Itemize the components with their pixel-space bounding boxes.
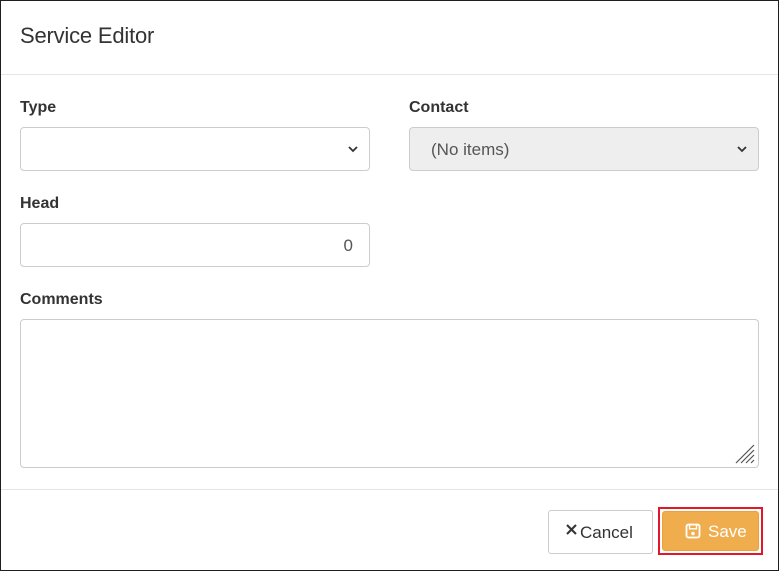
- cancel-button[interactable]: Cancel: [548, 510, 653, 554]
- comments-textarea[interactable]: [20, 319, 759, 468]
- comments-label: Comments: [20, 291, 103, 308]
- modal-footer: Cancel Save: [1, 489, 778, 571]
- type-label: Type: [20, 99, 57, 116]
- contact-select[interactable]: (No items): [409, 127, 759, 171]
- head-input[interactable]: 0: [20, 223, 370, 267]
- resize-grip-icon[interactable]: [732, 441, 756, 465]
- save-button-highlight: Save: [658, 507, 763, 555]
- contact-select-value: (No items): [431, 140, 510, 159]
- chevron-down-icon: [737, 146, 747, 153]
- floppy-disk-icon: [685, 523, 701, 539]
- cancel-button-label: Cancel: [580, 523, 633, 542]
- close-icon: [566, 524, 577, 535]
- modal-title: Service Editor: [20, 23, 155, 48]
- head-input-value: 0: [343, 236, 353, 255]
- save-button[interactable]: Save: [662, 511, 759, 551]
- chevron-down-icon: [348, 146, 358, 153]
- save-button-label: Save: [708, 522, 747, 541]
- modal-header: Service Editor: [1, 1, 778, 75]
- head-label: Head: [20, 195, 60, 212]
- contact-label: Contact: [409, 99, 469, 116]
- type-select[interactable]: [20, 127, 370, 171]
- service-editor-modal: Service Editor Type Contact (No items) H…: [0, 0, 779, 571]
